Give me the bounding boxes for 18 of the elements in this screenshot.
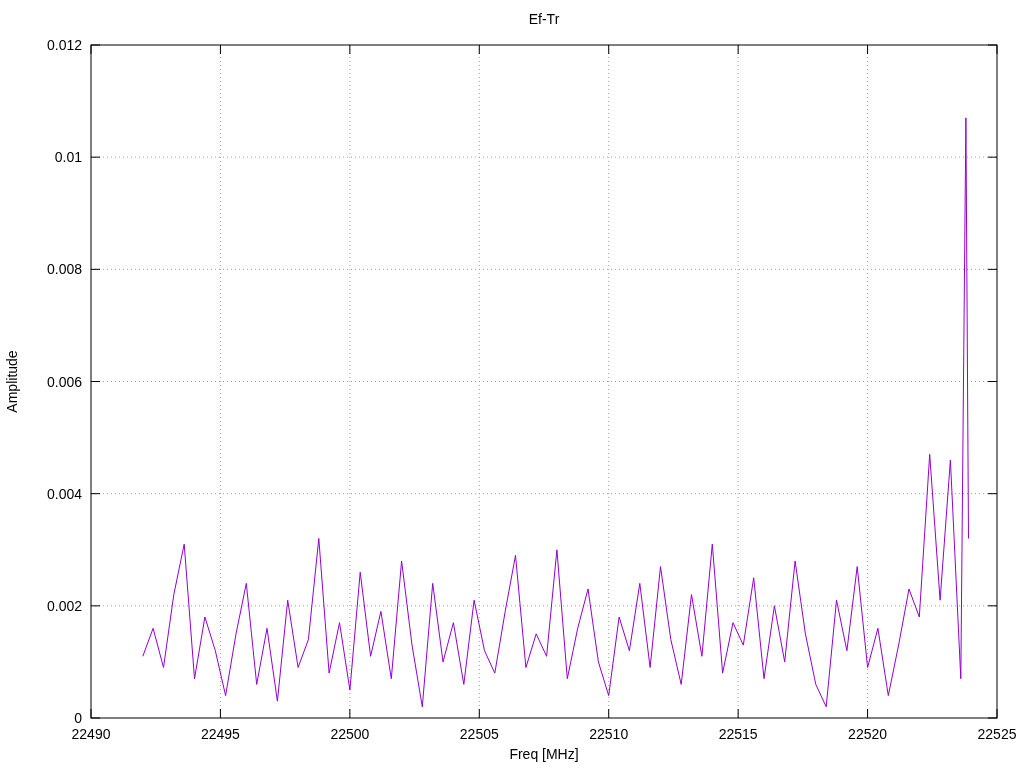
tick-label: 22495 <box>200 726 240 742</box>
tick-label: 0.012 <box>46 37 82 53</box>
axis-title: Amplitude <box>4 350 20 413</box>
tick-label: 0.002 <box>46 597 82 614</box>
tick-label: 22490 <box>71 726 111 742</box>
tick-label: 0.006 <box>46 373 82 390</box>
axis-title: Freq [MHz] <box>509 746 579 762</box>
tick-label: 22505 <box>459 726 499 742</box>
tick-label: 0.01 <box>54 149 82 166</box>
tick-label: 0.004 <box>46 485 82 502</box>
tick-label: 22525 <box>977 726 1017 742</box>
chart-title: Ef-Tr <box>528 11 560 27</box>
tick-label: 22500 <box>330 726 370 742</box>
tick-label: 22515 <box>718 726 758 742</box>
tick-label: 22510 <box>589 726 629 742</box>
tick-label: 0.008 <box>46 261 82 278</box>
tick-label: 0 <box>74 710 82 726</box>
tick-label: 22520 <box>848 726 888 742</box>
